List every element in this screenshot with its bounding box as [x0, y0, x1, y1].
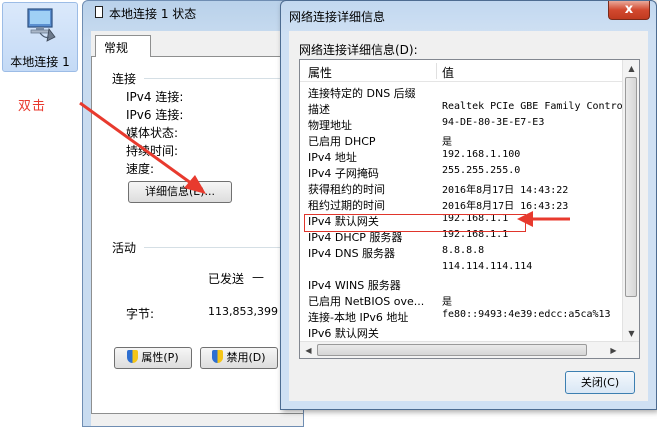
- table-row[interactable]: 已启用 DHCP 是: [300, 132, 622, 148]
- status-window: 本地连接 1 状态 常规 连接 IPv4 连接: IPv6 连接: 媒体状态: …: [82, 0, 304, 427]
- uac-shield-icon: [127, 350, 139, 363]
- table-row[interactable]: IPv4 DNS 服务器 8.8.8.8: [300, 244, 622, 260]
- table-row[interactable]: 租约过期的时间 2016年8月17日 16:43:23: [300, 196, 622, 212]
- table-row[interactable]: 连接-本地 IPv6 地址 fe80::9493:4e39:edcc:a5ca%1…: [300, 308, 622, 324]
- desktop: 本地连接 1 双击: [0, 0, 82, 427]
- scroll-left-icon[interactable]: ◀: [300, 342, 317, 359]
- row-property: IPv6 默认网关: [308, 327, 379, 340]
- window-icon: [95, 6, 103, 18]
- status-window-title: 本地连接 1 状态: [109, 7, 197, 21]
- table-row[interactable]: IPv4 子网掩码 255.255.255.0: [300, 164, 622, 180]
- table-row[interactable]: 114.114.114.114: [300, 260, 622, 276]
- local-connection-desktop-icon[interactable]: 本地连接 1: [2, 2, 78, 72]
- table-row[interactable]: 获得租约的时间 2016年8月17日 14:43:22: [300, 180, 622, 196]
- table-row[interactable]: IPv4 地址 192.168.1.100: [300, 148, 622, 164]
- disable-button-label: 禁用(D): [226, 351, 266, 364]
- row-property: 连接特定的 DNS 后缀: [308, 87, 416, 100]
- vertical-scrollbar[interactable]: ▲ ▼: [622, 60, 639, 342]
- table-row[interactable]: 描述 Realtek PCIe GBE Family Contro: [300, 100, 623, 116]
- row-property: IPv4 WINS 服务器: [308, 279, 401, 292]
- row-value: 192.168.1.1: [442, 229, 509, 240]
- row-property: 获得租约的时间: [308, 183, 385, 196]
- row-property: IPv4 DHCP 服务器: [308, 231, 403, 244]
- bytes-label: 字节:: [126, 307, 155, 321]
- bytes-sent-value: 113,853,399: [208, 305, 278, 318]
- network-connection-icon: [27, 8, 56, 42]
- sent-dash: —: [252, 270, 264, 284]
- ipv4-connectivity-label: IPv4 连接:: [126, 90, 184, 104]
- table-row[interactable]: IPv6 默认网关: [300, 324, 622, 340]
- table-row[interactable]: IPv4 WINS 服务器: [300, 276, 622, 292]
- table-row[interactable]: IPv4 默认网关 192.168.1.1: [300, 212, 622, 228]
- table-row[interactable]: 已启用 NetBIOS ove... 是: [300, 292, 622, 308]
- uac-shield-icon: [212, 350, 224, 363]
- speed-label: 速度:: [126, 162, 155, 176]
- row-value: Realtek PCIe GBE Family Contro: [442, 101, 623, 112]
- row-property: 物理地址: [308, 119, 352, 132]
- scroll-right-icon[interactable]: ▶: [605, 342, 622, 359]
- column-separator[interactable]: [436, 63, 437, 79]
- row-property: 已启用 NetBIOS ove...: [308, 295, 425, 308]
- properties-button[interactable]: 属性(P): [114, 347, 192, 369]
- double-click-annotation: 双击: [18, 99, 47, 114]
- media-state-label: 媒体状态:: [126, 126, 179, 140]
- disable-button[interactable]: 禁用(D): [200, 347, 278, 369]
- row-value: 2016年8月17日 16:43:23: [442, 201, 569, 212]
- table-row[interactable]: 连接特定的 DNS 后缀: [300, 84, 622, 100]
- table-row[interactable]: IPv4 DHCP 服务器 192.168.1.1: [300, 228, 622, 244]
- horizontal-scrollbar[interactable]: ◀ ▶: [300, 341, 639, 358]
- activity-section-title: 活动: [112, 241, 137, 255]
- vertical-scroll-thumb[interactable]: [625, 77, 637, 297]
- row-value: 255.255.255.0: [442, 165, 521, 176]
- row-property: IPv4 子网掩码: [308, 167, 379, 180]
- row-value: 2016年8月17日 14:43:22: [442, 185, 569, 196]
- connection-section-title: 连接: [112, 72, 137, 86]
- scroll-up-icon[interactable]: ▲: [623, 60, 640, 77]
- close-button[interactable]: 关闭(C): [565, 371, 635, 394]
- row-value: 是: [442, 137, 452, 148]
- scroll-down-icon[interactable]: ▼: [623, 325, 640, 342]
- close-icon: x: [624, 2, 634, 17]
- details-rows: 连接特定的 DNS 后缀 描述 Realtek PCIe GBE Family Co…: [300, 84, 623, 340]
- properties-button-label: 属性(P): [141, 351, 179, 364]
- column-header-property[interactable]: 属性: [308, 64, 332, 81]
- row-value: 192.168.1.100: [442, 149, 521, 160]
- row-property: IPv4 默认网关: [308, 215, 379, 228]
- duration-label: 持续时间:: [126, 144, 179, 158]
- row-value: 8.8.8.8: [442, 245, 485, 256]
- row-value: 192.168.1.1: [442, 213, 509, 224]
- general-tab-panel: 连接 IPv4 连接: IPv6 连接: 媒体状态: 持续时间: 速度: 详细信…: [91, 56, 304, 414]
- column-header-value[interactable]: 值: [442, 64, 454, 81]
- row-property: IPv4 地址: [308, 151, 357, 164]
- list-header: 属性 值: [300, 60, 622, 82]
- row-property: 租约过期的时间: [308, 199, 385, 212]
- horizontal-scroll-thumb[interactable]: [317, 344, 587, 356]
- row-property: 已启用 DHCP: [308, 135, 376, 148]
- row-value: fe80::9493:4e39:edcc:a5ca%13: [442, 309, 611, 320]
- window-close-button[interactable]: x: [608, 1, 650, 20]
- details-button[interactable]: 详细信息(E)...: [128, 181, 232, 203]
- desktop-icon-label: 本地连接 1: [10, 55, 70, 69]
- row-value: 是: [442, 297, 452, 308]
- row-value: 114.114.114.114: [442, 261, 533, 272]
- tab-general[interactable]: 常规: [95, 35, 151, 57]
- network-details-window: 网络连接详细信息 x 网络连接详细信息(D): 属性 值 连接特定的 DNS 后…: [280, 0, 657, 410]
- row-property: 连接-本地 IPv6 地址: [308, 311, 409, 324]
- details-window-title: 网络连接详细信息: [289, 10, 386, 24]
- row-property: 描述: [308, 103, 330, 116]
- details-list-heading: 网络连接详细信息(D):: [299, 43, 418, 57]
- ipv6-connectivity-label: IPv6 连接:: [126, 108, 184, 122]
- details-list[interactable]: 属性 值 连接特定的 DNS 后缀 描述 Realtek PCIe GBE Fami…: [299, 59, 640, 359]
- row-property: IPv4 DNS 服务器: [308, 247, 396, 260]
- sent-label: 已发送: [208, 272, 245, 286]
- table-row[interactable]: 物理地址 94-DE-80-3E-E7-E3: [300, 116, 622, 132]
- row-value: 94-DE-80-3E-E7-E3: [442, 117, 545, 128]
